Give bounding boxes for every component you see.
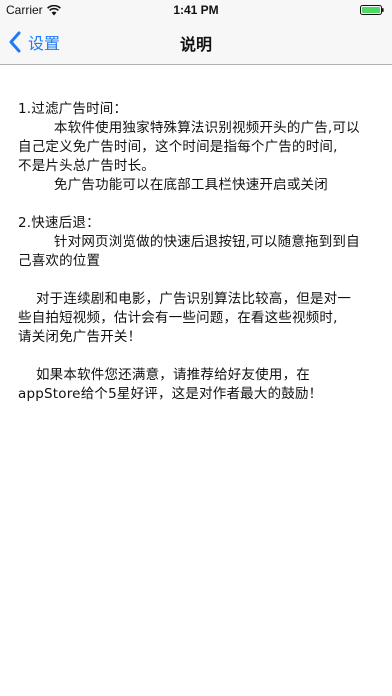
text-line: 1.过滤广告时间：: [18, 101, 128, 117]
section-ad-filter: 1.过滤广告时间： 本软件使用独家特殊算法识别视频开头的广告,可以 自己定义免广…: [18, 100, 374, 195]
text-line: 些自拍短视频，估计会有一些问题，在看这些视频时,: [18, 310, 338, 326]
status-time: 1:41 PM: [173, 3, 219, 17]
instructions-content: 1.过滤广告时间： 本软件使用独家特殊算法识别视频开头的广告,可以 自己定义免广…: [18, 100, 374, 423]
battery-icon: [360, 5, 384, 15]
text-line: 2.快速后退：: [18, 215, 100, 231]
text-line: 对于连续剧和电影，广告识别算法比较高，但是对一: [18, 291, 352, 307]
page-title: 说明: [179, 35, 212, 54]
text-line: 免广告功能可以在底部工具栏快速开启或关闭: [18, 177, 328, 193]
status-bar: Carrier 1:41 PM: [0, 0, 392, 20]
text-line: 己喜欢的位置: [18, 253, 101, 269]
text-line: 自己定义免广告时间，这个时间是指每个广告的时间,: [18, 139, 338, 155]
text-line: 不是片头总广告时长。: [18, 158, 155, 174]
section-quick-back: 2.快速后退： 针对网页浏览做的快速后退按钮,可以随意拖到到自 己喜欢的位置: [18, 214, 374, 271]
section-recognition-note: 对于连续剧和电影，广告识别算法比较高，但是对一 些自拍短视频，估计会有一些问题，…: [18, 290, 374, 347]
text-line: 请关闭免广告开关！: [18, 329, 142, 345]
navigation-bar: 设置 说明: [0, 20, 392, 65]
text-line: appStore给个5星好评，这是对作者最大的鼓励！: [18, 386, 323, 402]
section-rating-request: 如果本软件您还满意，请推荐给好友使用，在 appStore给个5星好评，这是对作…: [18, 366, 374, 404]
text-line: 针对网页浏览做的快速后退按钮,可以随意拖到到自: [18, 234, 360, 250]
text-line: 如果本软件您还满意，请推荐给好友使用，在: [18, 367, 310, 383]
text-line: 本软件使用独家特殊算法识别视频开头的广告,可以: [18, 120, 360, 136]
